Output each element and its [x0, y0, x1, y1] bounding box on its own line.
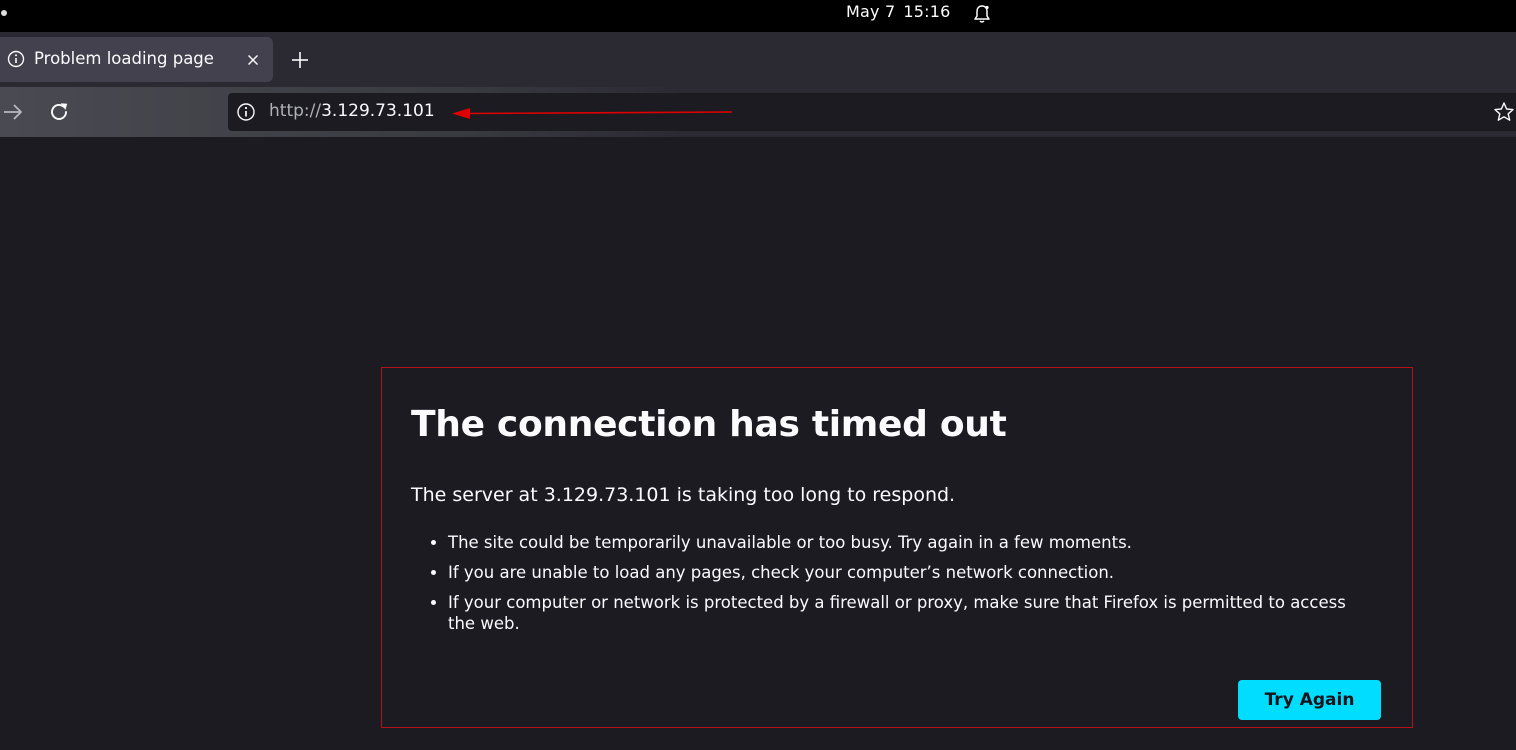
info-icon: [7, 50, 25, 68]
forward-arrow-icon[interactable]: [1, 100, 25, 124]
suggestion-item: If your computer or network is protected…: [448, 592, 1378, 634]
suggestion-item: If you are unable to load any pages, che…: [448, 562, 1378, 583]
close-tab-icon[interactable]: [242, 49, 264, 71]
url-text[interactable]: http://3.129.73.101: [269, 101, 435, 121]
error-description: The server at 3.129.73.101 is taking too…: [411, 484, 956, 506]
clock-time: 15:16: [903, 2, 951, 21]
system-clock[interactable]: May 7 15:16: [846, 2, 950, 21]
error-panel: The connection has timed out The server …: [381, 367, 1413, 728]
url-bar[interactable]: http://3.129.73.101: [228, 93, 1516, 131]
navigation-toolbar: http://3.129.73.101: [0, 87, 1516, 137]
reload-icon[interactable]: [47, 100, 71, 124]
system-top-bar: May 7 15:16: [0, 0, 1516, 32]
new-tab-plus-icon[interactable]: [288, 48, 312, 72]
url-host: 3.129.73.101: [321, 101, 435, 121]
try-again-button[interactable]: Try Again: [1238, 680, 1381, 720]
bookmark-star-icon[interactable]: [1493, 101, 1515, 123]
tab-problem-loading-page[interactable]: Problem loading page: [0, 37, 273, 82]
tab-strip: Problem loading page: [0, 32, 1516, 87]
suggestion-list: The site could be temporarily unavailabl…: [429, 532, 1378, 643]
site-info-icon[interactable]: [236, 102, 256, 122]
annotation-arrow-icon: [452, 108, 733, 119]
activities-indicator[interactable]: [1, 10, 7, 16]
tab-title: Problem loading page: [34, 49, 214, 68]
suggestion-item: The site could be temporarily unavailabl…: [448, 532, 1378, 553]
error-title: The connection has timed out: [411, 404, 1007, 445]
url-scheme: http://: [269, 101, 322, 121]
notification-bell-icon[interactable]: [973, 4, 991, 24]
clock-date: May 7: [846, 2, 896, 21]
